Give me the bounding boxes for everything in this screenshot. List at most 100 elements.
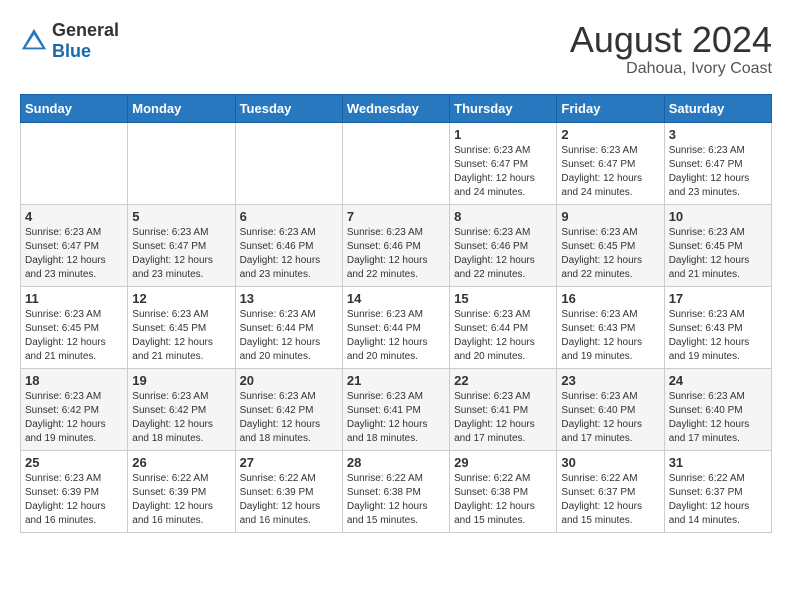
day-info: Sunrise: 6:22 AM Sunset: 6:38 PM Dayligh…: [347, 472, 445, 528]
day-number: 25: [25, 455, 123, 470]
calendar-cell: 20 Sunrise: 6:23 AM Sunset: 6:42 PM Dayli…: [235, 368, 342, 450]
day-number: 12: [132, 291, 230, 306]
calendar-cell: 26 Sunrise: 6:22 AM Sunset: 6:39 PM Dayli…: [128, 450, 235, 532]
calendar-cell: 28 Sunrise: 6:22 AM Sunset: 6:38 PM Dayli…: [342, 450, 449, 532]
day-number: 1: [454, 127, 552, 142]
col-header-saturday: Saturday: [664, 94, 771, 122]
day-info: Sunrise: 6:23 AM Sunset: 6:42 PM Dayligh…: [25, 390, 123, 446]
day-info: Sunrise: 6:23 AM Sunset: 6:47 PM Dayligh…: [132, 226, 230, 282]
day-number: 6: [240, 209, 338, 224]
day-number: 19: [132, 373, 230, 388]
calendar-cell: 21Sunrise: 6:23 AM Sunset: 6:41 PM Dayli…: [342, 368, 449, 450]
day-info: Sunrise: 6:23 AM Sunset: 6:43 PM Dayligh…: [561, 308, 659, 364]
day-info: Sunrise: 6:23 AM Sunset: 6:40 PM Dayligh…: [669, 390, 767, 446]
day-number: 9: [561, 209, 659, 224]
day-number: 10: [669, 209, 767, 224]
calendar-cell: 29 Sunrise: 6:22 AM Sunset: 6:38 PM Dayli…: [450, 450, 557, 532]
day-info: Sunrise: 6:23 AM Sunset: 6:46 PM Dayligh…: [347, 226, 445, 282]
calendar-cell: 11 Sunrise: 6:23 AM Sunset: 6:45 PM Dayli…: [21, 286, 128, 368]
day-info: Sunrise: 6:22 AM Sunset: 6:37 PM Dayligh…: [669, 472, 767, 528]
calendar-cell: 23 Sunrise: 6:23 AM Sunset: 6:40 PM Dayli…: [557, 368, 664, 450]
day-info: Sunrise: 6:23 AM Sunset: 6:47 PM Dayligh…: [25, 226, 123, 282]
calendar-cell: 4Sunrise: 6:23 AM Sunset: 6:47 PM Daylig…: [21, 204, 128, 286]
col-header-monday: Monday: [128, 94, 235, 122]
day-info: Sunrise: 6:22 AM Sunset: 6:37 PM Dayligh…: [561, 472, 659, 528]
day-info: Sunrise: 6:23 AM Sunset: 6:45 PM Dayligh…: [25, 308, 123, 364]
day-info: Sunrise: 6:23 AM Sunset: 6:40 PM Dayligh…: [561, 390, 659, 446]
day-number: 17: [669, 291, 767, 306]
day-number: 21: [347, 373, 445, 388]
month-year: August 2024: [570, 20, 772, 60]
day-number: 28: [347, 455, 445, 470]
day-number: 26: [132, 455, 230, 470]
calendar-cell: 5Sunrise: 6:23 AM Sunset: 6:47 PM Daylig…: [128, 204, 235, 286]
calendar-cell: [342, 122, 449, 204]
day-info: Sunrise: 6:22 AM Sunset: 6:39 PM Dayligh…: [132, 472, 230, 528]
day-info: Sunrise: 6:23 AM Sunset: 6:47 PM Dayligh…: [669, 144, 767, 200]
day-number: 11: [25, 291, 123, 306]
calendar-cell: 10 Sunrise: 6:23 AM Sunset: 6:45 PM Dayli…: [664, 204, 771, 286]
day-info: Sunrise: 6:22 AM Sunset: 6:39 PM Dayligh…: [240, 472, 338, 528]
calendar-week-row: 11 Sunrise: 6:23 AM Sunset: 6:45 PM Dayli…: [21, 286, 772, 368]
calendar-cell: 3 Sunrise: 6:23 AM Sunset: 6:47 PM Daylig…: [664, 122, 771, 204]
day-info: Sunrise: 6:23 AM Sunset: 6:45 PM Dayligh…: [132, 308, 230, 364]
day-number: 2: [561, 127, 659, 142]
header: General Blue August 2024 Dahoua, Ivory C…: [20, 20, 772, 78]
calendar-cell: 7Sunrise: 6:23 AM Sunset: 6:46 PM Daylig…: [342, 204, 449, 286]
logo: General Blue: [20, 20, 119, 62]
day-info: Sunrise: 6:23 AM Sunset: 6:46 PM Dayligh…: [454, 226, 552, 282]
col-header-sunday: Sunday: [21, 94, 128, 122]
day-info: Sunrise: 6:22 AM Sunset: 6:38 PM Dayligh…: [454, 472, 552, 528]
day-number: 30: [561, 455, 659, 470]
calendar-week-row: 18 Sunrise: 6:23 AM Sunset: 6:42 PM Dayli…: [21, 368, 772, 450]
day-info: Sunrise: 6:23 AM Sunset: 6:42 PM Dayligh…: [240, 390, 338, 446]
calendar-cell: 22 Sunrise: 6:23 AM Sunset: 6:41 PM Dayli…: [450, 368, 557, 450]
day-number: 13: [240, 291, 338, 306]
day-info: Sunrise: 6:23 AM Sunset: 6:42 PM Dayligh…: [132, 390, 230, 446]
col-header-wednesday: Wednesday: [342, 94, 449, 122]
day-info: Sunrise: 6:23 AM Sunset: 6:39 PM Dayligh…: [25, 472, 123, 528]
day-info: Sunrise: 6:23 AM Sunset: 6:45 PM Dayligh…: [669, 226, 767, 282]
day-number: 14: [347, 291, 445, 306]
day-number: 3: [669, 127, 767, 142]
title-area: August 2024 Dahoua, Ivory Coast: [570, 20, 772, 78]
calendar-cell: 6 Sunrise: 6:23 AM Sunset: 6:46 PM Daylig…: [235, 204, 342, 286]
logo-blue: Blue: [52, 41, 91, 61]
location: Dahoua, Ivory Coast: [570, 60, 772, 78]
day-info: Sunrise: 6:23 AM Sunset: 6:44 PM Dayligh…: [347, 308, 445, 364]
general-blue-icon: [20, 27, 48, 55]
day-info: Sunrise: 6:23 AM Sunset: 6:46 PM Dayligh…: [240, 226, 338, 282]
calendar-cell: 12 Sunrise: 6:23 AM Sunset: 6:45 PM Dayli…: [128, 286, 235, 368]
calendar-cell: [21, 122, 128, 204]
calendar-cell: 27 Sunrise: 6:22 AM Sunset: 6:39 PM Dayli…: [235, 450, 342, 532]
calendar-cell: 9 Sunrise: 6:23 AM Sunset: 6:45 PM Daylig…: [557, 204, 664, 286]
calendar-cell: 18 Sunrise: 6:23 AM Sunset: 6:42 PM Dayli…: [21, 368, 128, 450]
day-number: 20: [240, 373, 338, 388]
day-number: 23: [561, 373, 659, 388]
calendar-cell: [235, 122, 342, 204]
day-number: 18: [25, 373, 123, 388]
day-info: Sunrise: 6:23 AM Sunset: 6:45 PM Dayligh…: [561, 226, 659, 282]
calendar-week-row: 4Sunrise: 6:23 AM Sunset: 6:47 PM Daylig…: [21, 204, 772, 286]
calendar-header-row: SundayMondayTuesdayWednesdayThursdayFrid…: [21, 94, 772, 122]
day-info: Sunrise: 6:23 AM Sunset: 6:44 PM Dayligh…: [240, 308, 338, 364]
day-info: Sunrise: 6:23 AM Sunset: 6:44 PM Dayligh…: [454, 308, 552, 364]
calendar-cell: 16Sunrise: 6:23 AM Sunset: 6:43 PM Dayli…: [557, 286, 664, 368]
calendar-cell: 14 Sunrise: 6:23 AM Sunset: 6:44 PM Dayli…: [342, 286, 449, 368]
day-number: 24: [669, 373, 767, 388]
day-number: 27: [240, 455, 338, 470]
calendar-cell: 1 Sunrise: 6:23 AM Sunset: 6:47 PM Daylig…: [450, 122, 557, 204]
day-number: 15: [454, 291, 552, 306]
calendar: SundayMondayTuesdayWednesdayThursdayFrid…: [20, 94, 772, 533]
calendar-cell: 13 Sunrise: 6:23 AM Sunset: 6:44 PM Dayli…: [235, 286, 342, 368]
col-header-thursday: Thursday: [450, 94, 557, 122]
day-info: Sunrise: 6:23 AM Sunset: 6:41 PM Dayligh…: [454, 390, 552, 446]
day-info: Sunrise: 6:23 AM Sunset: 6:47 PM Dayligh…: [454, 144, 552, 200]
day-number: 29: [454, 455, 552, 470]
calendar-cell: 31Sunrise: 6:22 AM Sunset: 6:37 PM Dayli…: [664, 450, 771, 532]
day-number: 22: [454, 373, 552, 388]
col-header-friday: Friday: [557, 94, 664, 122]
calendar-cell: 2Sunrise: 6:23 AM Sunset: 6:47 PM Daylig…: [557, 122, 664, 204]
calendar-week-row: 1 Sunrise: 6:23 AM Sunset: 6:47 PM Daylig…: [21, 122, 772, 204]
calendar-cell: 30 Sunrise: 6:22 AM Sunset: 6:37 PM Dayli…: [557, 450, 664, 532]
